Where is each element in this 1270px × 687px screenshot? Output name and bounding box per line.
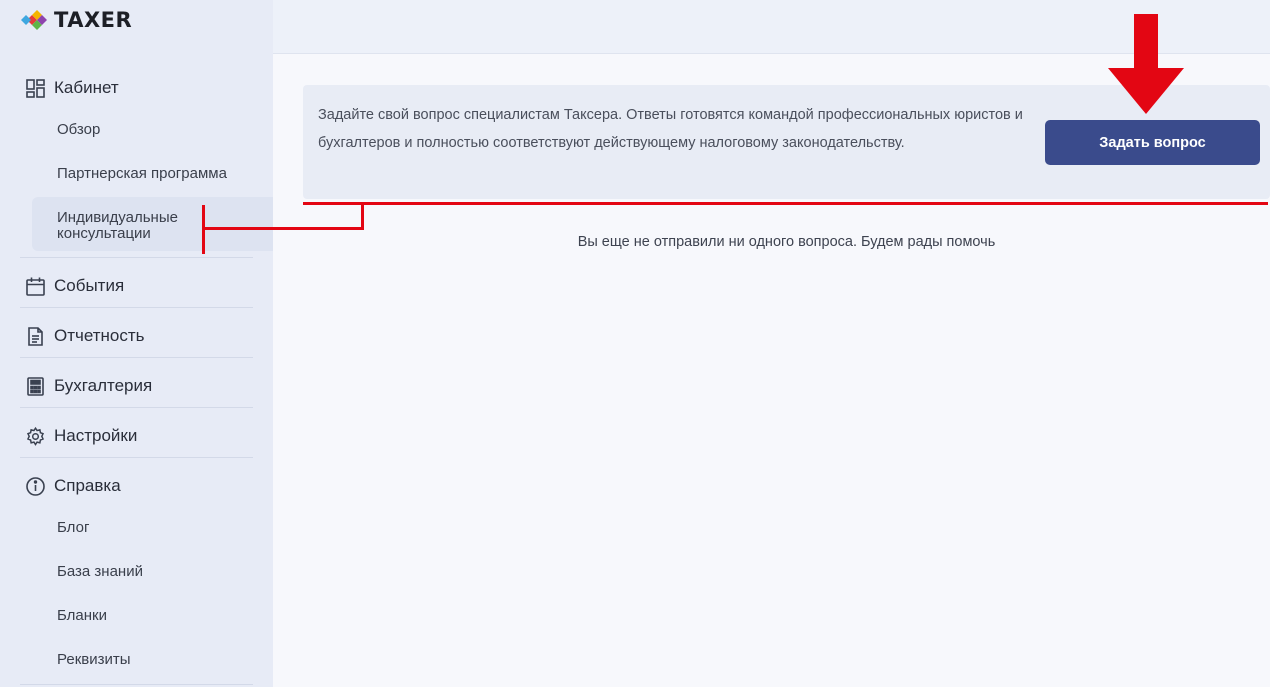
ask-question-button[interactable]: Задать вопрос	[1045, 120, 1260, 165]
sidebar: TAXER Кабинет Обзор Партнерская программ…	[0, 0, 273, 687]
info-text: Задайте свой вопрос специалистам Таксера…	[318, 107, 1023, 151]
nav-events-label: События	[54, 276, 125, 295]
annotation-arrow-down-icon	[1108, 14, 1184, 114]
nav-reports-label: Отчетность	[54, 326, 145, 345]
divider	[20, 357, 253, 358]
empty-state-text: Вы еще не отправили ни одного вопроса. Б…	[577, 234, 996, 250]
sidebar-item-partner-program[interactable]: Партнерская программа	[57, 165, 227, 182]
divider	[20, 307, 253, 308]
nav-accounting[interactable]: Бухгалтерия	[20, 361, 253, 411]
annotation-underline	[303, 202, 1268, 205]
gear-icon	[24, 425, 46, 447]
document-icon	[24, 325, 46, 347]
nav-accounting-label: Бухгалтерия	[54, 376, 153, 395]
nav-cabinet-label: Кабинет	[54, 78, 119, 97]
sidebar-item-overview[interactable]: Обзор	[57, 121, 100, 138]
logo-diamonds-icon	[21, 10, 47, 30]
nav-events[interactable]: События	[20, 261, 253, 311]
sidebar-item-knowledge-base[interactable]: База знаний	[57, 563, 143, 580]
nav-reports[interactable]: Отчетность	[20, 311, 253, 361]
divider	[20, 257, 253, 258]
sidebar-item-consultations-label: Индивидуальные консультации	[57, 209, 178, 242]
nav-settings[interactable]: Настройки	[20, 411, 253, 461]
nav-cabinet[interactable]: Кабинет	[20, 63, 253, 113]
taxer-logo[interactable]: TAXER	[20, 8, 132, 32]
sidebar-item-forms[interactable]: Бланки	[57, 607, 107, 624]
annotation-connector	[202, 227, 364, 230]
nav-help-label: Справка	[54, 476, 121, 495]
calendar-icon	[24, 275, 46, 297]
divider	[20, 407, 253, 408]
annotation-connector-vertical	[361, 203, 364, 230]
divider	[20, 457, 253, 458]
logo-text: TAXER	[54, 8, 133, 32]
sidebar-item-requisites[interactable]: Реквизиты	[57, 651, 131, 668]
sidebar-item-blog[interactable]: Блог	[57, 519, 89, 536]
calculator-icon	[24, 375, 46, 397]
divider	[20, 684, 253, 685]
dashboard-icon	[24, 77, 46, 99]
info-icon	[24, 475, 46, 497]
nav-settings-label: Настройки	[54, 426, 138, 445]
nav-help[interactable]: Справка	[20, 461, 253, 511]
